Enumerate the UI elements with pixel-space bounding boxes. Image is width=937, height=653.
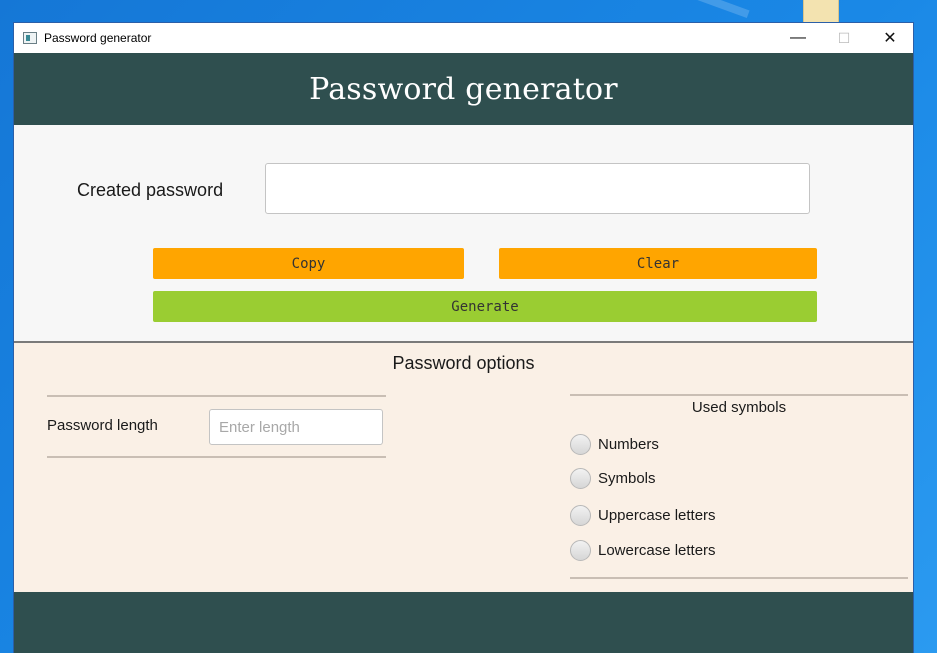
lowercase-label: Lowercase letters bbox=[598, 542, 716, 559]
length-separator-top bbox=[47, 395, 386, 397]
window-title: Password generator bbox=[44, 31, 152, 45]
symbols-separator-bottom bbox=[570, 577, 908, 579]
numbers-radio[interactable] bbox=[570, 434, 591, 455]
used-symbols-title: Used symbols bbox=[691, 399, 787, 416]
symbols-radio[interactable] bbox=[570, 468, 591, 489]
lowercase-radio[interactable] bbox=[570, 540, 591, 561]
app-icon bbox=[23, 32, 37, 44]
password-length-input[interactable] bbox=[209, 409, 383, 445]
uppercase-radio[interactable] bbox=[570, 505, 591, 526]
created-password-field[interactable] bbox=[265, 163, 810, 214]
uppercase-option[interactable]: Uppercase letters bbox=[570, 505, 716, 526]
generate-button[interactable]: Generate bbox=[153, 291, 817, 322]
app-header: Password generator bbox=[14, 53, 913, 125]
options-title: Password options bbox=[392, 353, 535, 373]
password-length-label: Password length bbox=[47, 417, 158, 434]
password-panel: Created password Copy Clear Generate bbox=[14, 125, 913, 343]
numbers-label: Numbers bbox=[598, 436, 659, 453]
options-panel: Password options Password length Used sy… bbox=[14, 343, 913, 592]
copy-button[interactable]: Copy bbox=[153, 248, 464, 279]
app-footer bbox=[14, 592, 913, 653]
clear-button[interactable]: Clear bbox=[499, 248, 817, 279]
minimize-button[interactable]: — bbox=[775, 23, 821, 53]
desktop-file-icon[interactable] bbox=[803, 0, 839, 23]
symbols-option[interactable]: Symbols bbox=[570, 468, 656, 489]
symbols-separator-top bbox=[570, 394, 908, 396]
title-bar[interactable]: Password generator — ☐ ✕ bbox=[14, 23, 913, 53]
length-separator-bottom bbox=[47, 456, 386, 458]
uppercase-label: Uppercase letters bbox=[598, 507, 716, 524]
maximize-button[interactable]: ☐ bbox=[821, 23, 867, 53]
lowercase-option[interactable]: Lowercase letters bbox=[570, 540, 716, 561]
desktop-light-ray bbox=[690, 0, 750, 19]
window-controls: — ☐ ✕ bbox=[775, 23, 913, 53]
close-button[interactable]: ✕ bbox=[867, 23, 913, 53]
created-password-label: Created password bbox=[77, 180, 224, 200]
app-window: Password generator — ☐ ✕ Password genera… bbox=[13, 22, 914, 653]
page-title: Password generator bbox=[309, 71, 618, 107]
numbers-option[interactable]: Numbers bbox=[570, 434, 659, 455]
symbols-label: Symbols bbox=[598, 470, 656, 487]
